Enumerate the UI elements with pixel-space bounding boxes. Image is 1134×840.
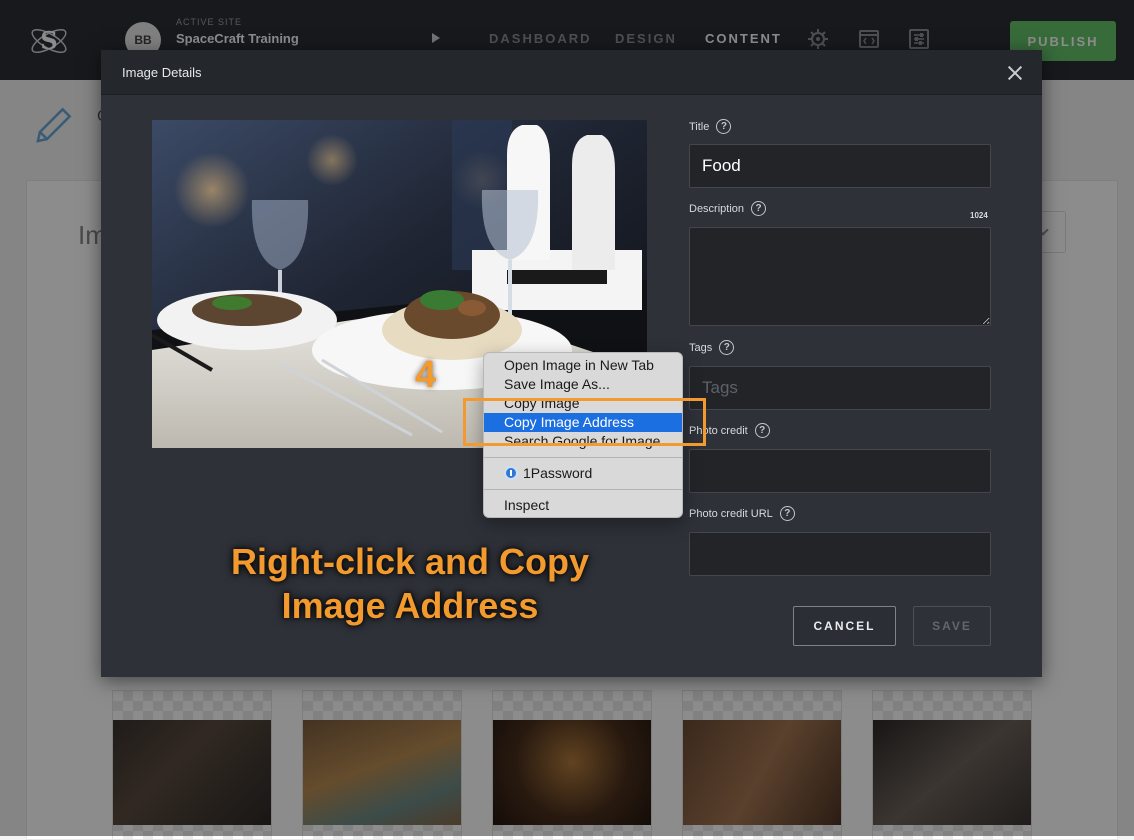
help-icon[interactable]: ? xyxy=(716,119,732,134)
menu-item-inspect[interactable]: Inspect xyxy=(484,496,682,515)
cancel-button[interactable]: CANCEL xyxy=(793,606,896,646)
menu-item-label: 1Password xyxy=(523,465,593,481)
title-label: Title ? xyxy=(689,119,732,134)
photo-credit-url-input[interactable] xyxy=(689,532,991,576)
close-icon[interactable] xyxy=(1007,65,1023,81)
description-label: Description ? xyxy=(689,201,767,216)
tags-label: Tags ? xyxy=(689,340,735,355)
help-icon[interactable]: ? xyxy=(779,506,795,521)
menu-divider xyxy=(484,489,682,490)
modal-title: Image Details xyxy=(122,65,202,80)
modal-header: Image Details xyxy=(101,50,1042,95)
menu-divider xyxy=(484,457,682,458)
help-icon[interactable]: ? xyxy=(754,423,770,438)
highlight-box xyxy=(463,398,706,446)
1password-icon xyxy=(504,466,518,480)
step-number: 4 xyxy=(415,354,437,396)
tags-input[interactable] xyxy=(689,366,991,410)
help-icon[interactable]: ? xyxy=(719,340,735,355)
title-input[interactable] xyxy=(689,144,991,188)
description-char-count: 1024 xyxy=(970,211,988,220)
photo-credit-input[interactable] xyxy=(689,449,991,493)
menu-item-open-image-new-tab[interactable]: Open Image in New Tab xyxy=(484,356,682,375)
caption-line: Right-click and Copy xyxy=(230,541,590,582)
help-icon[interactable]: ? xyxy=(751,201,767,216)
description-textarea[interactable] xyxy=(689,227,991,326)
menu-item-1password[interactable]: 1Password xyxy=(484,464,682,483)
tutorial-caption: Right-click and Copy Image Address xyxy=(200,540,620,628)
save-button[interactable]: SAVE xyxy=(913,606,991,646)
menu-item-save-image-as[interactable]: Save Image As... xyxy=(484,375,682,394)
caption-line: Image Address xyxy=(281,585,539,626)
photo-credit-url-label: Photo credit URL ? xyxy=(689,506,795,521)
